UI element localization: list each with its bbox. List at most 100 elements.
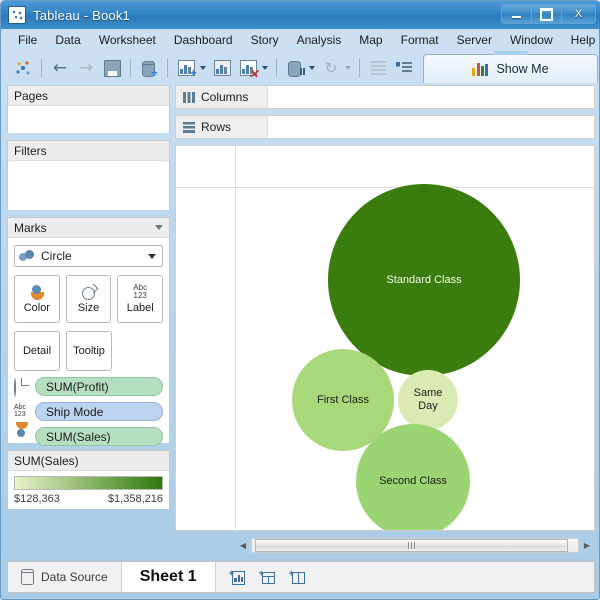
marks-color-label: Color [24,302,50,314]
pages-card-header: Pages [8,86,169,106]
scroll-right-arrow-icon[interactable]: ▶ [579,538,595,554]
marks-tooltip-button[interactable]: Tooltip [66,331,112,371]
marks-buttons-row-2: Detail Tooltip [14,331,163,371]
chevron-down-icon[interactable] [345,66,351,70]
new-worksheet-icon[interactable]: + [229,570,245,585]
chevron-down-icon[interactable] [200,66,206,70]
menu-item-server[interactable]: Server [448,31,501,49]
color-legend-max: $1,358,216 [108,493,163,505]
scrollbar-grip [407,542,416,549]
bubble-label: Same Day [406,387,451,413]
marks-pill-row: Abc123 Ship Mode [14,402,163,421]
menu-item-help[interactable]: Help [562,31,600,49]
duplicate-sheet-icon[interactable] [209,55,235,81]
menu-item-analysis[interactable]: Analysis [288,31,351,49]
size-icon [81,285,97,300]
scroll-left-arrow-icon[interactable]: ◀ [235,538,251,554]
menu-item-story[interactable]: Story [242,31,288,49]
data-source-tab[interactable]: Data Source [8,562,122,592]
menu-item-file[interactable]: File [9,31,46,49]
pause-auto-updates-icon[interactable] [282,55,308,81]
viz-canvas[interactable]: Standard ClassFirst ClassSame DaySecond … [175,145,595,531]
menu-item-data[interactable]: Data [46,31,89,49]
marks-label-button[interactable]: Abc123 Label [117,275,163,323]
right-panel: Columns Rows Standard ClassFirst ClassSa… [175,85,595,555]
marks-title: Marks [14,221,47,235]
chevron-down-icon[interactable] [148,254,156,259]
menu-item-format[interactable]: Format [392,31,448,49]
menu-item-dashboard[interactable]: Dashboard [165,31,242,49]
bubble-mark[interactable]: Same Day [398,370,458,430]
save-icon[interactable] [99,55,125,81]
toolbar-separator [276,59,277,77]
scrollbar-track[interactable] [251,538,579,553]
marks-detail-button[interactable]: Detail [14,331,60,371]
close-button[interactable]: X [562,5,595,23]
columns-shelf-label: Columns [176,86,268,108]
status-bar: Data Source Sheet 1 + + + [7,561,595,593]
window-title: Tableau - Book1 [33,8,130,23]
toolbar-separator [130,59,131,77]
color-icon [28,284,46,300]
refresh-icon[interactable]: ↻ [318,55,344,81]
clear-sort-icon[interactable] [365,55,391,81]
forward-arrow-icon[interactable]: → [73,55,99,81]
pill-sum-sales[interactable]: SUM(Sales) [35,427,163,446]
pages-title: Pages [14,89,48,103]
clear-sheet-icon[interactable]: ✕ [235,55,261,81]
scrollbar-thumb[interactable] [255,539,568,552]
rows-drop-zone[interactable] [268,116,594,138]
new-worksheet-icon[interactable]: + [173,55,199,81]
bubble-mark[interactable]: Standard Class [328,184,520,376]
toolbar-separator [359,59,360,77]
abc-123-label-icon: Abc123 [133,284,147,300]
marks-pill-row: SUM(Profit) [14,377,163,396]
maximize-button[interactable] [532,5,562,23]
marks-detail-label: Detail [23,345,51,357]
filters-drop-zone[interactable] [8,161,169,210]
pill-sum-profit[interactable]: SUM(Profit) [35,377,163,396]
new-data-source-icon[interactable]: + [136,55,162,81]
color-legend-gradient[interactable] [14,476,163,490]
chevron-down-icon[interactable] [262,66,268,70]
marks-card: Marks Circle Color [7,217,170,443]
menu-bar: File Data Worksheet Dashboard Story Anal… [4,30,598,50]
show-me-tab-indicator [494,51,528,55]
gridline-horizontal [176,187,594,188]
marks-size-button[interactable]: Size [66,275,112,323]
show-me-button[interactable]: Show Me [423,54,598,83]
bubble-label: Second Class [379,475,447,488]
color-icon [14,429,31,444]
chevron-down-icon[interactable] [155,225,163,230]
menu-item-map[interactable]: Map [350,31,391,49]
horizontal-scrollbar[interactable]: ◀ ▶ [235,536,595,555]
rows-shelf[interactable]: Rows [175,115,595,139]
menu-item-window[interactable]: Window [501,31,562,49]
sort-descending-icon[interactable] [391,55,417,81]
show-me-bars-icon [472,62,488,76]
pill-ship-mode[interactable]: Ship Mode [35,402,163,421]
main-body: Pages Filters Marks Circle [7,85,595,555]
bubble-label: Standard Class [386,274,461,287]
filters-title: Filters [14,144,47,158]
chevron-down-icon[interactable] [309,66,315,70]
sheet-tab-sheet-1[interactable]: Sheet 1 [122,562,216,592]
back-arrow-icon[interactable]: ← [47,55,73,81]
pages-drop-zone[interactable] [8,106,169,133]
bubble-mark[interactable]: Second Class [356,424,470,531]
minimize-button[interactable] [502,5,532,23]
mark-type-value: Circle [41,249,142,263]
abc-123-icon: Abc123 [14,404,31,419]
new-story-icon[interactable]: + [289,570,305,585]
color-legend-body: $128,363 $1,358,216 [8,471,169,509]
marks-size-label: Size [78,302,99,314]
mark-type-select[interactable]: Circle [14,245,163,267]
new-dashboard-icon[interactable]: + [259,570,275,585]
menu-item-worksheet[interactable]: Worksheet [90,31,165,49]
columns-drop-zone[interactable] [268,86,594,108]
tableau-sparkle-icon[interactable] [10,55,36,81]
marks-color-button[interactable]: Color [14,275,60,323]
columns-shelf[interactable]: Columns [175,85,595,109]
filters-card-header: Filters [8,141,169,161]
left-panel: Pages Filters Marks Circle [7,85,170,555]
